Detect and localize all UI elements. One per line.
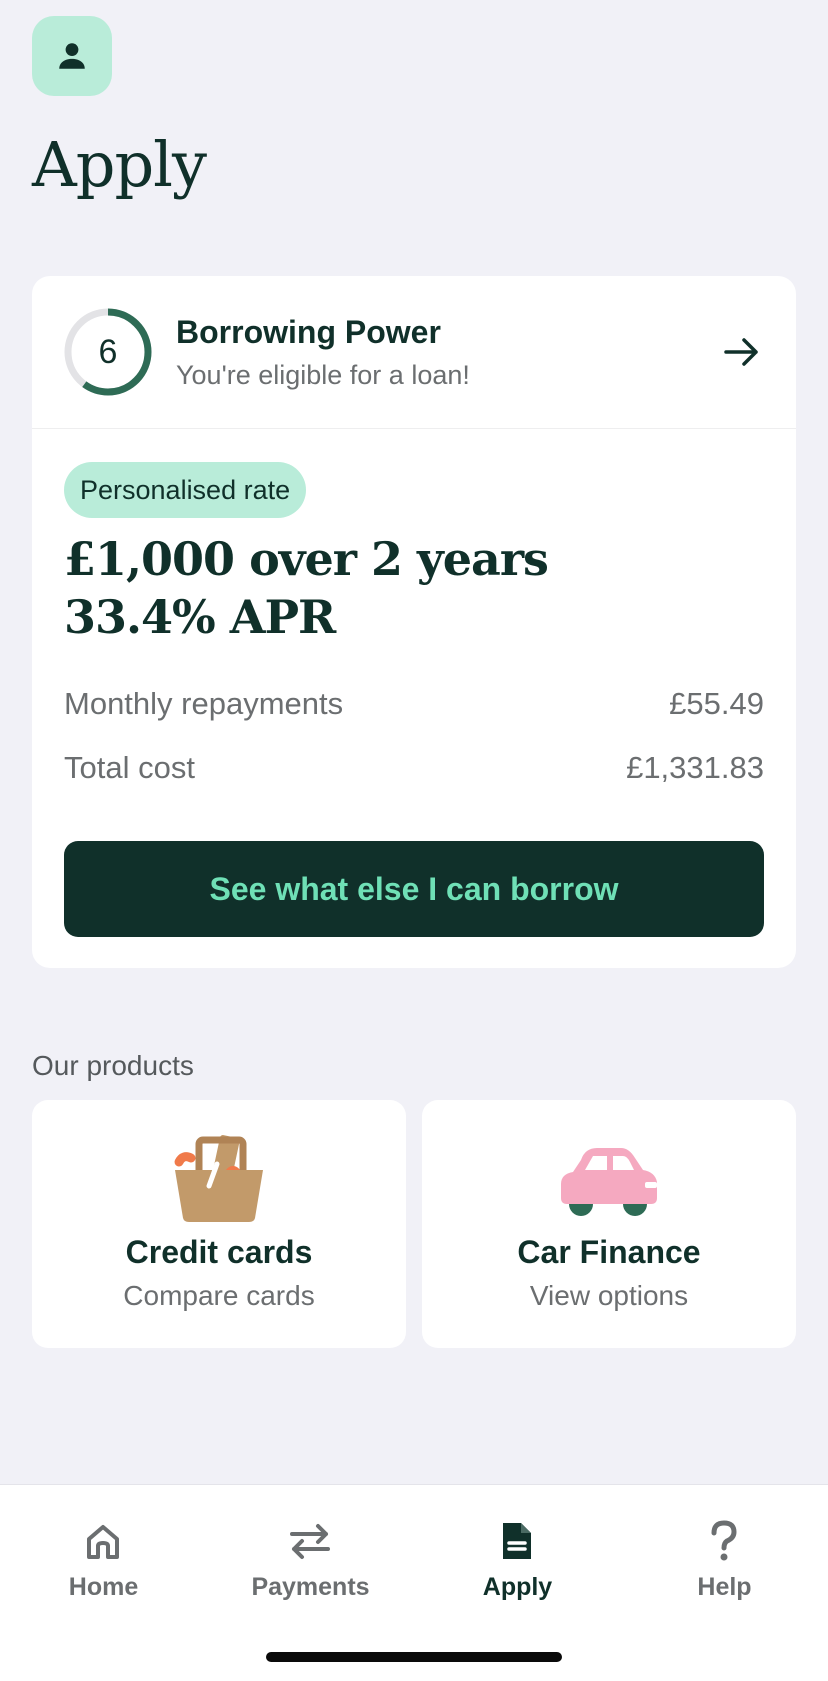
borrowing-power-subtitle: You're eligible for a loan! — [176, 360, 470, 390]
total-cost-value: £1,331.83 — [626, 750, 764, 785]
car-icon — [561, 1148, 657, 1216]
see-what-else-button[interactable]: See what else I can borrow — [64, 841, 764, 937]
borrowing-power-row[interactable]: 6 Borrowing Power You're eligible for a … — [32, 276, 796, 429]
home-icon — [87, 1525, 119, 1559]
product-subtitle: View options — [529, 1280, 689, 1311]
borrowing-power-score: 6 — [98, 332, 118, 371]
total-cost-row: Total cost £1,331.83 — [64, 750, 764, 786]
nav-item-home[interactable]: Home — [0, 1485, 207, 1635]
nav-label: Help — [697, 1573, 752, 1601]
arrow-right-icon[interactable] — [722, 334, 762, 370]
total-cost-label: Total cost — [64, 750, 195, 785]
home-indicator — [266, 1652, 562, 1662]
question-icon — [711, 1520, 737, 1561]
product-card-credit-cards[interactable]: Credit cards Compare cards — [32, 1100, 406, 1348]
loan-offer-card: 6 Borrowing Power You're eligible for a … — [32, 276, 796, 968]
monthly-repayments-label: Monthly repayments — [64, 686, 344, 721]
nav-item-help[interactable]: Help — [621, 1485, 828, 1635]
person-icon — [59, 43, 85, 69]
products-section-title: Our products — [32, 1050, 194, 1081]
monthly-repayments-row: Monthly repayments £55.49 — [64, 686, 764, 722]
transfer-arrows-icon — [290, 1524, 330, 1559]
nav-item-apply[interactable]: Apply — [414, 1485, 621, 1635]
profile-button[interactable] — [32, 16, 112, 96]
product-card-car-finance[interactable]: Car Finance View options — [422, 1100, 796, 1348]
personalised-rate-badge: Personalised rate — [64, 462, 307, 518]
borrowing-power-title: Borrowing Power — [176, 314, 441, 350]
nav-label: Home — [68, 1573, 139, 1601]
loan-apr: 33.4% APR — [64, 590, 336, 644]
page-title: Apply — [32, 128, 207, 201]
monthly-repayments-value: £55.49 — [669, 686, 764, 721]
nav-label: Payments — [251, 1573, 370, 1601]
product-subtitle: Compare cards — [123, 1280, 315, 1311]
shopping-basket-icon — [174, 1135, 263, 1222]
product-title: Credit cards — [125, 1234, 313, 1270]
nav-label: Apply — [482, 1573, 553, 1601]
loan-amount-term: £1,000 over 2 years — [64, 532, 549, 586]
document-icon — [503, 1523, 531, 1559]
product-title: Car Finance — [517, 1234, 701, 1270]
nav-item-payments[interactable]: Payments — [207, 1485, 414, 1635]
